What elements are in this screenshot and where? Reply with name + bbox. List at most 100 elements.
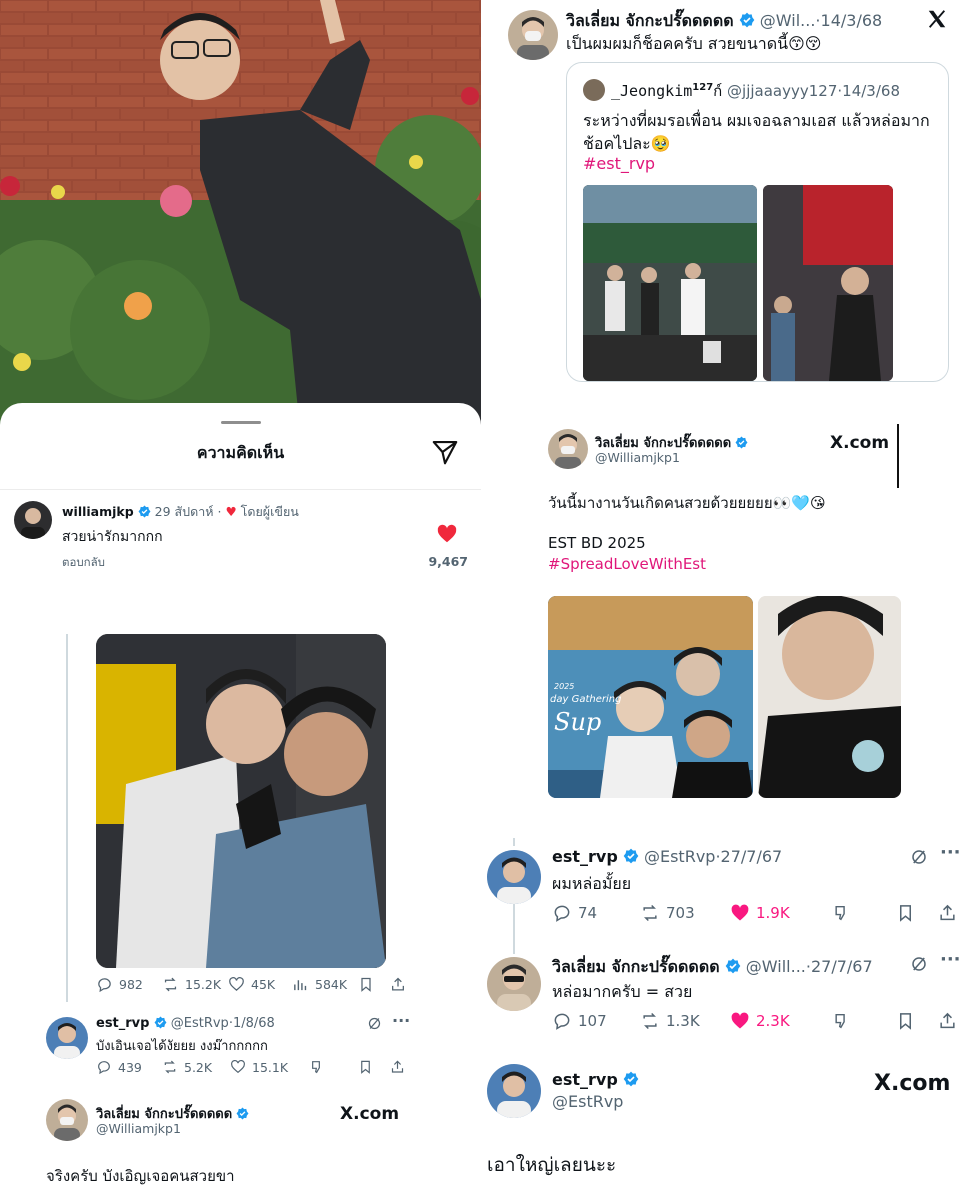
like-button[interactable]: 2.3K [730,1011,790,1031]
card-handle[interactable]: @Williamjkp1 [96,1121,181,1136]
share-icon[interactable] [938,1011,957,1035]
repost-button[interactable]: 703 [640,903,695,923]
avatar[interactable] [487,1064,541,1118]
repost-count: 15.2K [185,977,222,992]
repost-count: 703 [666,904,695,922]
like-button[interactable]: 45K [228,976,275,993]
comments-sheet: ความคิดเห็น williamjkp 29 สัปดาห์ · ♥ โด… [0,403,481,583]
tweet-author[interactable]: วิลเลี่ยม จักกะปรั๊ดดดดด [552,957,720,976]
tweet-photo[interactable] [96,634,386,968]
thread-line [513,838,515,846]
quote-tweet[interactable]: _Jeongkim127ก์ @jjjaaayyy127·14/3/68 ระห… [566,62,949,382]
grok-icon[interactable] [910,955,928,977]
like-button[interactable]: 15.1K [230,1059,288,1075]
quote-photo-1[interactable] [583,185,757,381]
tweet-handle[interactable]: @Wil... [760,11,816,30]
tweet-date: 27/7/67 [720,847,783,866]
grok-icon[interactable] [910,848,928,870]
avatar[interactable] [508,10,558,60]
reply-button[interactable]: 107 [552,1011,607,1031]
tweet-handle[interactable]: @EstRvp [644,847,715,866]
photo-illustration [0,0,481,430]
x-logo-icon[interactable] [926,8,948,30]
poster-year: 2025 [554,682,575,691]
reply-count: 439 [118,1059,142,1075]
reply-name[interactable]: est_rvp [96,1016,149,1031]
quote-header: _Jeongkim127ก์ @jjjaaayyy127·14/3/68 [611,82,900,100]
x-logo-icon[interactable]: X.com [830,433,889,453]
tweet-author[interactable]: วิลเลี่ยม จักกะปรั๊ดดดดด [566,11,734,30]
bookmark-icon[interactable] [896,903,915,927]
bookmark-icon[interactable] [358,1059,373,1079]
reply-date: 1/8/68 [232,1016,275,1031]
x-logo-icon[interactable]: X.com [874,1071,950,1096]
tweet-author[interactable]: est_rvp [552,847,618,866]
quote-photo-2[interactable] [763,185,893,381]
repost-button[interactable]: 1.3K [640,1011,700,1031]
more-icon[interactable]: ··· [392,1011,410,1030]
share-icon[interactable] [938,903,957,927]
card-name: est_rvp [552,1070,639,1089]
repost-button[interactable]: 5.2K [162,1059,212,1075]
dislike-icon[interactable] [833,903,852,927]
avatar [583,79,605,101]
avatar[interactable] [14,501,52,539]
reply-icon [554,905,570,922]
avatar[interactable] [548,429,588,469]
reply-handle[interactable]: @EstRvp [171,1016,229,1031]
reply-link[interactable]: ตอบกลับ [62,554,105,572]
card-line-2: EST BD 2025 [548,534,646,552]
avatar[interactable] [46,1017,88,1059]
send-icon[interactable] [430,437,460,467]
share-icon[interactable] [390,1059,405,1079]
reply-count: 74 [578,904,598,922]
repost-count: 5.2K [184,1059,213,1075]
share-icon[interactable] [390,976,406,997]
more-icon[interactable]: ··· [940,842,961,863]
dislike-icon[interactable] [310,1059,326,1079]
reply-icon [554,1013,570,1030]
avatar[interactable] [487,957,541,1011]
tweet-text: หล่อมากครับ = สวย [552,982,693,1001]
avatar[interactable] [46,1099,88,1141]
more-icon[interactable]: ··· [940,949,961,970]
card-photo-1[interactable]: 2025 day Gathering Sup [548,596,753,798]
card-handle[interactable]: @EstRvp [552,1092,623,1111]
reply-button[interactable]: 982 [96,976,143,993]
reply-icon [98,1061,110,1075]
tweet-handle[interactable]: @Will... [746,957,806,976]
card-hashtag[interactable]: #SpreadLoveWithEst [548,555,706,573]
card-photo-2[interactable] [758,596,901,798]
grok-icon[interactable] [367,1016,382,1035]
bookmark-icon[interactable] [896,1011,915,1035]
reply-button[interactable]: 74 [552,903,597,923]
sheet-handle[interactable] [221,421,261,424]
reply-header: est_rvp @EstRvp·1/8/68 [96,1016,275,1031]
card-divider [897,424,899,488]
avatar[interactable] [487,850,541,904]
dislike-icon[interactable] [833,1011,852,1035]
comment-text: สวยน่ารักมากกก [62,529,163,545]
views-button[interactable]: 584K [292,976,347,993]
bookmark-icon[interactable] [358,976,374,997]
like-button[interactable]: 1.9K [730,903,790,923]
card-handle[interactable]: @Williamjkp1 [595,450,680,465]
comment-header: williamjkp 29 สัปดาห์ · ♥ โดยผู้เขียน [62,504,299,519]
reply-button[interactable]: 439 [96,1059,142,1075]
like-icon [731,1012,749,1029]
like-icon[interactable] [436,523,458,545]
tweet-date: 14/3/68 [820,11,883,30]
poster-title: Sup [554,708,602,736]
quote-author: _Jeongkim [611,82,693,100]
tweet-text: ผมหล่อมั้ยย [552,874,632,893]
repost-icon [164,977,177,992]
card-text: จริงครับ บังเอิญเจอคนสวยขา [46,1167,235,1185]
sheet-title: ความคิดเห็น [196,443,285,462]
comment-time: 29 สัปดาห์ [154,504,214,519]
quote-hashtag[interactable]: #est_rvp [583,154,655,173]
comment-username[interactable]: williamjkp [62,504,134,519]
repost-icon [643,904,657,922]
verified-icon [735,436,748,449]
repost-button[interactable]: 15.2K [162,976,221,993]
x-logo-icon[interactable]: X.com [340,1104,399,1124]
